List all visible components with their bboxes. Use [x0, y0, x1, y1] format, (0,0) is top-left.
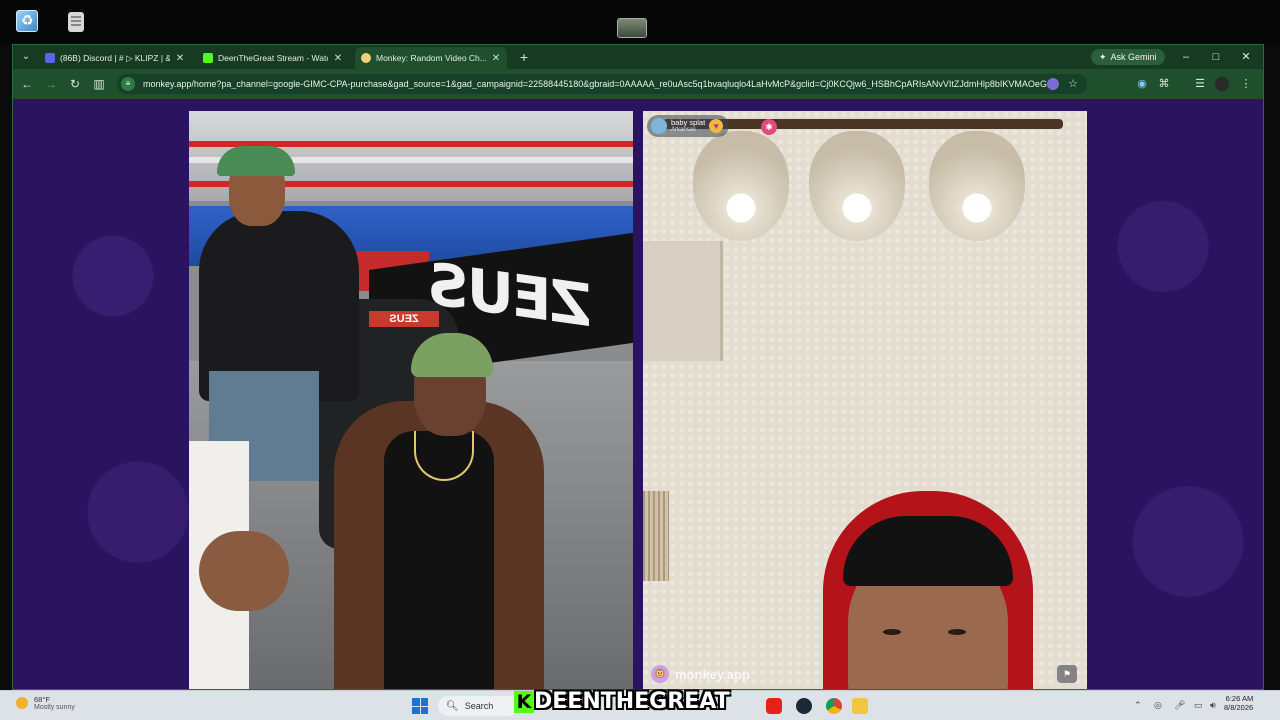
network-tray-icon[interactable]: ◎ [1154, 700, 1162, 711]
extension-icon[interactable]: ◉ [1135, 77, 1149, 91]
close-button[interactable]: ✕ [1237, 48, 1255, 66]
tab-close-icon[interactable]: ✕ [333, 53, 343, 64]
profile-avatar[interactable] [1215, 77, 1229, 91]
bookmark-star-icon[interactable]: ☆ [1067, 78, 1079, 90]
new-tab-button[interactable]: + [516, 49, 532, 65]
toolbar: ← → ↻ ▥ ≡ monkey.app/home?pa_channel=goo… [13, 69, 1263, 99]
monkey-logo-icon: 🐵 [651, 665, 669, 683]
browser-window: ⌄ (86B) Discord | # ▷ KLIPZ | & p... ✕ D… [12, 44, 1264, 690]
tab-kick-stream[interactable]: DeenTheGreat Stream - Watch ✕ [197, 47, 349, 69]
desktop-image-icon[interactable] [617, 18, 647, 38]
monkey-page: ZEUS ZEUS baby splat Arkansas ♥ ✱ 🐵 monk… [13, 99, 1263, 689]
chair-logo: ZEUS [369, 311, 439, 327]
desktop [0, 0, 1280, 44]
site-info-icon[interactable]: ≡ [121, 77, 135, 91]
tab-title: Monkey: Random Video Ch... [376, 53, 486, 63]
back-arrow-icon[interactable]: ← [19, 76, 35, 92]
monkey-watermark: 🐵 monkey.app [651, 665, 750, 683]
tab-search-icon[interactable]: ⌄ [19, 50, 33, 64]
taskbar-search[interactable]: 🔍︎ Search [438, 696, 518, 716]
search-icon: 🔍︎ [446, 700, 459, 712]
recycle-bin-icon[interactable] [16, 10, 38, 32]
streamer-name: DEENTHEGREAT [534, 689, 730, 714]
steam-taskbar-icon[interactable] [796, 698, 812, 714]
gift-badge-icon[interactable]: ✱ [761, 119, 777, 135]
volume-tray-icon[interactable]: 🔊︎ [1210, 700, 1216, 711]
remote-user-pill[interactable]: baby splat Arkansas ♥ [647, 115, 730, 137]
extensions-puzzle-icon[interactable]: ⌘ [1157, 77, 1171, 91]
remote-username: baby splat [671, 117, 706, 127]
clock-time: 6:26 AM [1225, 694, 1254, 703]
maximize-button[interactable]: □ [1207, 48, 1225, 66]
weather-widget[interactable]: 68°F Mostly sunny [16, 695, 75, 711]
tab-strip: ⌄ (86B) Discord | # ▷ KLIPZ | & p... ✕ D… [13, 45, 1263, 69]
address-bar[interactable]: ≡ monkey.app/home?pa_channel=google-GIMC… [117, 74, 1087, 94]
discord-favicon-icon [45, 53, 55, 63]
tab-close-icon[interactable]: ✕ [491, 53, 501, 64]
tab-title: (86B) Discord | # ▷ KLIPZ | & p... [60, 52, 170, 63]
heart-badge-icon: ♥ [709, 119, 724, 133]
tab-title: DeenTheGreat Stream - Watch [218, 53, 328, 63]
gemini-sparkle-icon: ✦ [1099, 52, 1107, 62]
lens-icon[interactable] [1047, 78, 1059, 90]
reload-icon[interactable]: ↻ [67, 76, 83, 92]
weather-desc: Mostly sunny [34, 704, 75, 711]
tab-close-icon[interactable]: ✕ [175, 53, 185, 64]
youtube-taskbar-icon[interactable] [766, 698, 782, 714]
file-explorer-icon[interactable] [852, 698, 868, 714]
side-panel-icon[interactable]: ▥ [91, 76, 107, 92]
display-tray-icon[interactable]: ▭ [1194, 700, 1203, 711]
monkey-favicon-icon [361, 53, 371, 63]
flag-icon[interactable]: ⚑ [1057, 665, 1077, 683]
remote-location: Arkansas [671, 126, 697, 133]
forward-arrow-icon[interactable]: → [43, 76, 59, 92]
sun-icon [16, 697, 28, 709]
tab-monkey[interactable]: Monkey: Random Video Ch... ✕ [355, 47, 507, 69]
clock-date: 8/8/2026 [1224, 703, 1254, 712]
weather-temp: 68°F [34, 695, 50, 704]
search-placeholder: Search [464, 701, 494, 711]
reading-list-icon[interactable]: ☰ [1193, 77, 1207, 91]
chrome-taskbar-icon[interactable] [826, 698, 842, 714]
tab-discord[interactable]: (86B) Discord | # ▷ KLIPZ | & p... ✕ [39, 47, 191, 69]
tray-chevron-icon[interactable]: ⌃ [1134, 700, 1142, 711]
local-video-feed: ZEUS ZEUS [189, 111, 633, 689]
kick-logo-icon: K [514, 691, 534, 713]
avatar [651, 118, 667, 134]
remote-video-feed: baby splat Arkansas ♥ ✱ 🐵 monkey.app ⚑ [643, 111, 1087, 689]
ask-gemini-button[interactable]: ✦ Ask Gemini [1091, 49, 1165, 65]
url-text[interactable]: monkey.app/home?pa_channel=google-GIMC-C… [143, 79, 1047, 89]
monkey-brand-text: monkey.app [675, 666, 750, 682]
streamer-overlay: K DEENTHEGREAT [514, 688, 730, 716]
system-clock[interactable]: 6:26 AM 8/8/2026 [1224, 694, 1253, 712]
ask-gemini-label: Ask Gemini [1110, 52, 1157, 62]
windows-start-icon[interactable] [412, 698, 428, 714]
minimize-button[interactable]: – [1177, 48, 1195, 66]
mic-tray-icon[interactable]: 🎤︎ [1174, 700, 1185, 711]
kick-favicon-icon [203, 53, 213, 63]
desktop-file-icon[interactable] [68, 12, 84, 32]
menu-kebab-icon[interactable]: ⋮ [1239, 77, 1253, 91]
